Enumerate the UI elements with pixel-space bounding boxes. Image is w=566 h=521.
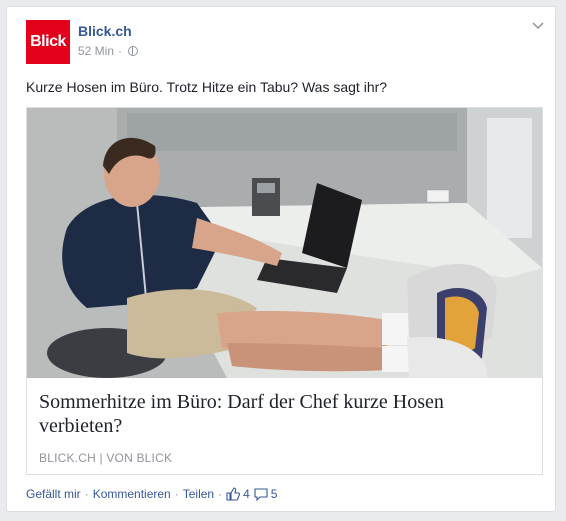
link-preview[interactable]: Sommerhitze im Büro: Darf der Chef kurze…	[26, 107, 543, 475]
comment-bubble-icon	[254, 488, 268, 501]
page-name-link[interactable]: Blick.ch	[78, 23, 132, 39]
action-separator: ·	[84, 487, 89, 501]
meta-separator: ·	[118, 44, 123, 58]
globe-icon[interactable]	[128, 46, 139, 56]
link-source: BLICK.CH | VON BLICK	[39, 451, 173, 465]
action-separator: ·	[218, 487, 223, 501]
comment-count[interactable]: 5	[254, 487, 278, 501]
comment-button[interactable]: Kommentieren	[93, 487, 171, 501]
like-button[interactable]: Gefällt mir	[26, 487, 81, 501]
logo-text: Blick	[30, 33, 66, 50]
link-image[interactable]	[27, 108, 542, 378]
chevron-down-icon[interactable]	[531, 19, 545, 33]
page-avatar[interactable]: Blick	[26, 20, 70, 64]
like-count[interactable]: 4	[226, 487, 250, 501]
post-meta: 52 Min ·	[78, 44, 139, 58]
action-bar: Gefällt mir · Kommentieren · Teilen · 4 …	[26, 487, 277, 501]
thumbs-up-icon	[226, 487, 241, 501]
post-card: Blick Blick.ch 52 Min · Kurze Hosen im B…	[6, 6, 556, 512]
like-count-value: 4	[243, 487, 250, 501]
comment-count-value: 5	[270, 487, 278, 501]
share-button[interactable]: Teilen	[183, 487, 214, 501]
post-text: Kurze Hosen im Büro. Trotz Hitze ein Tab…	[26, 79, 388, 95]
action-separator: ·	[174, 487, 179, 501]
link-title[interactable]: Sommerhitze im Büro: Darf der Chef kurze…	[39, 390, 519, 438]
post-timestamp[interactable]: 52 Min	[78, 44, 114, 58]
